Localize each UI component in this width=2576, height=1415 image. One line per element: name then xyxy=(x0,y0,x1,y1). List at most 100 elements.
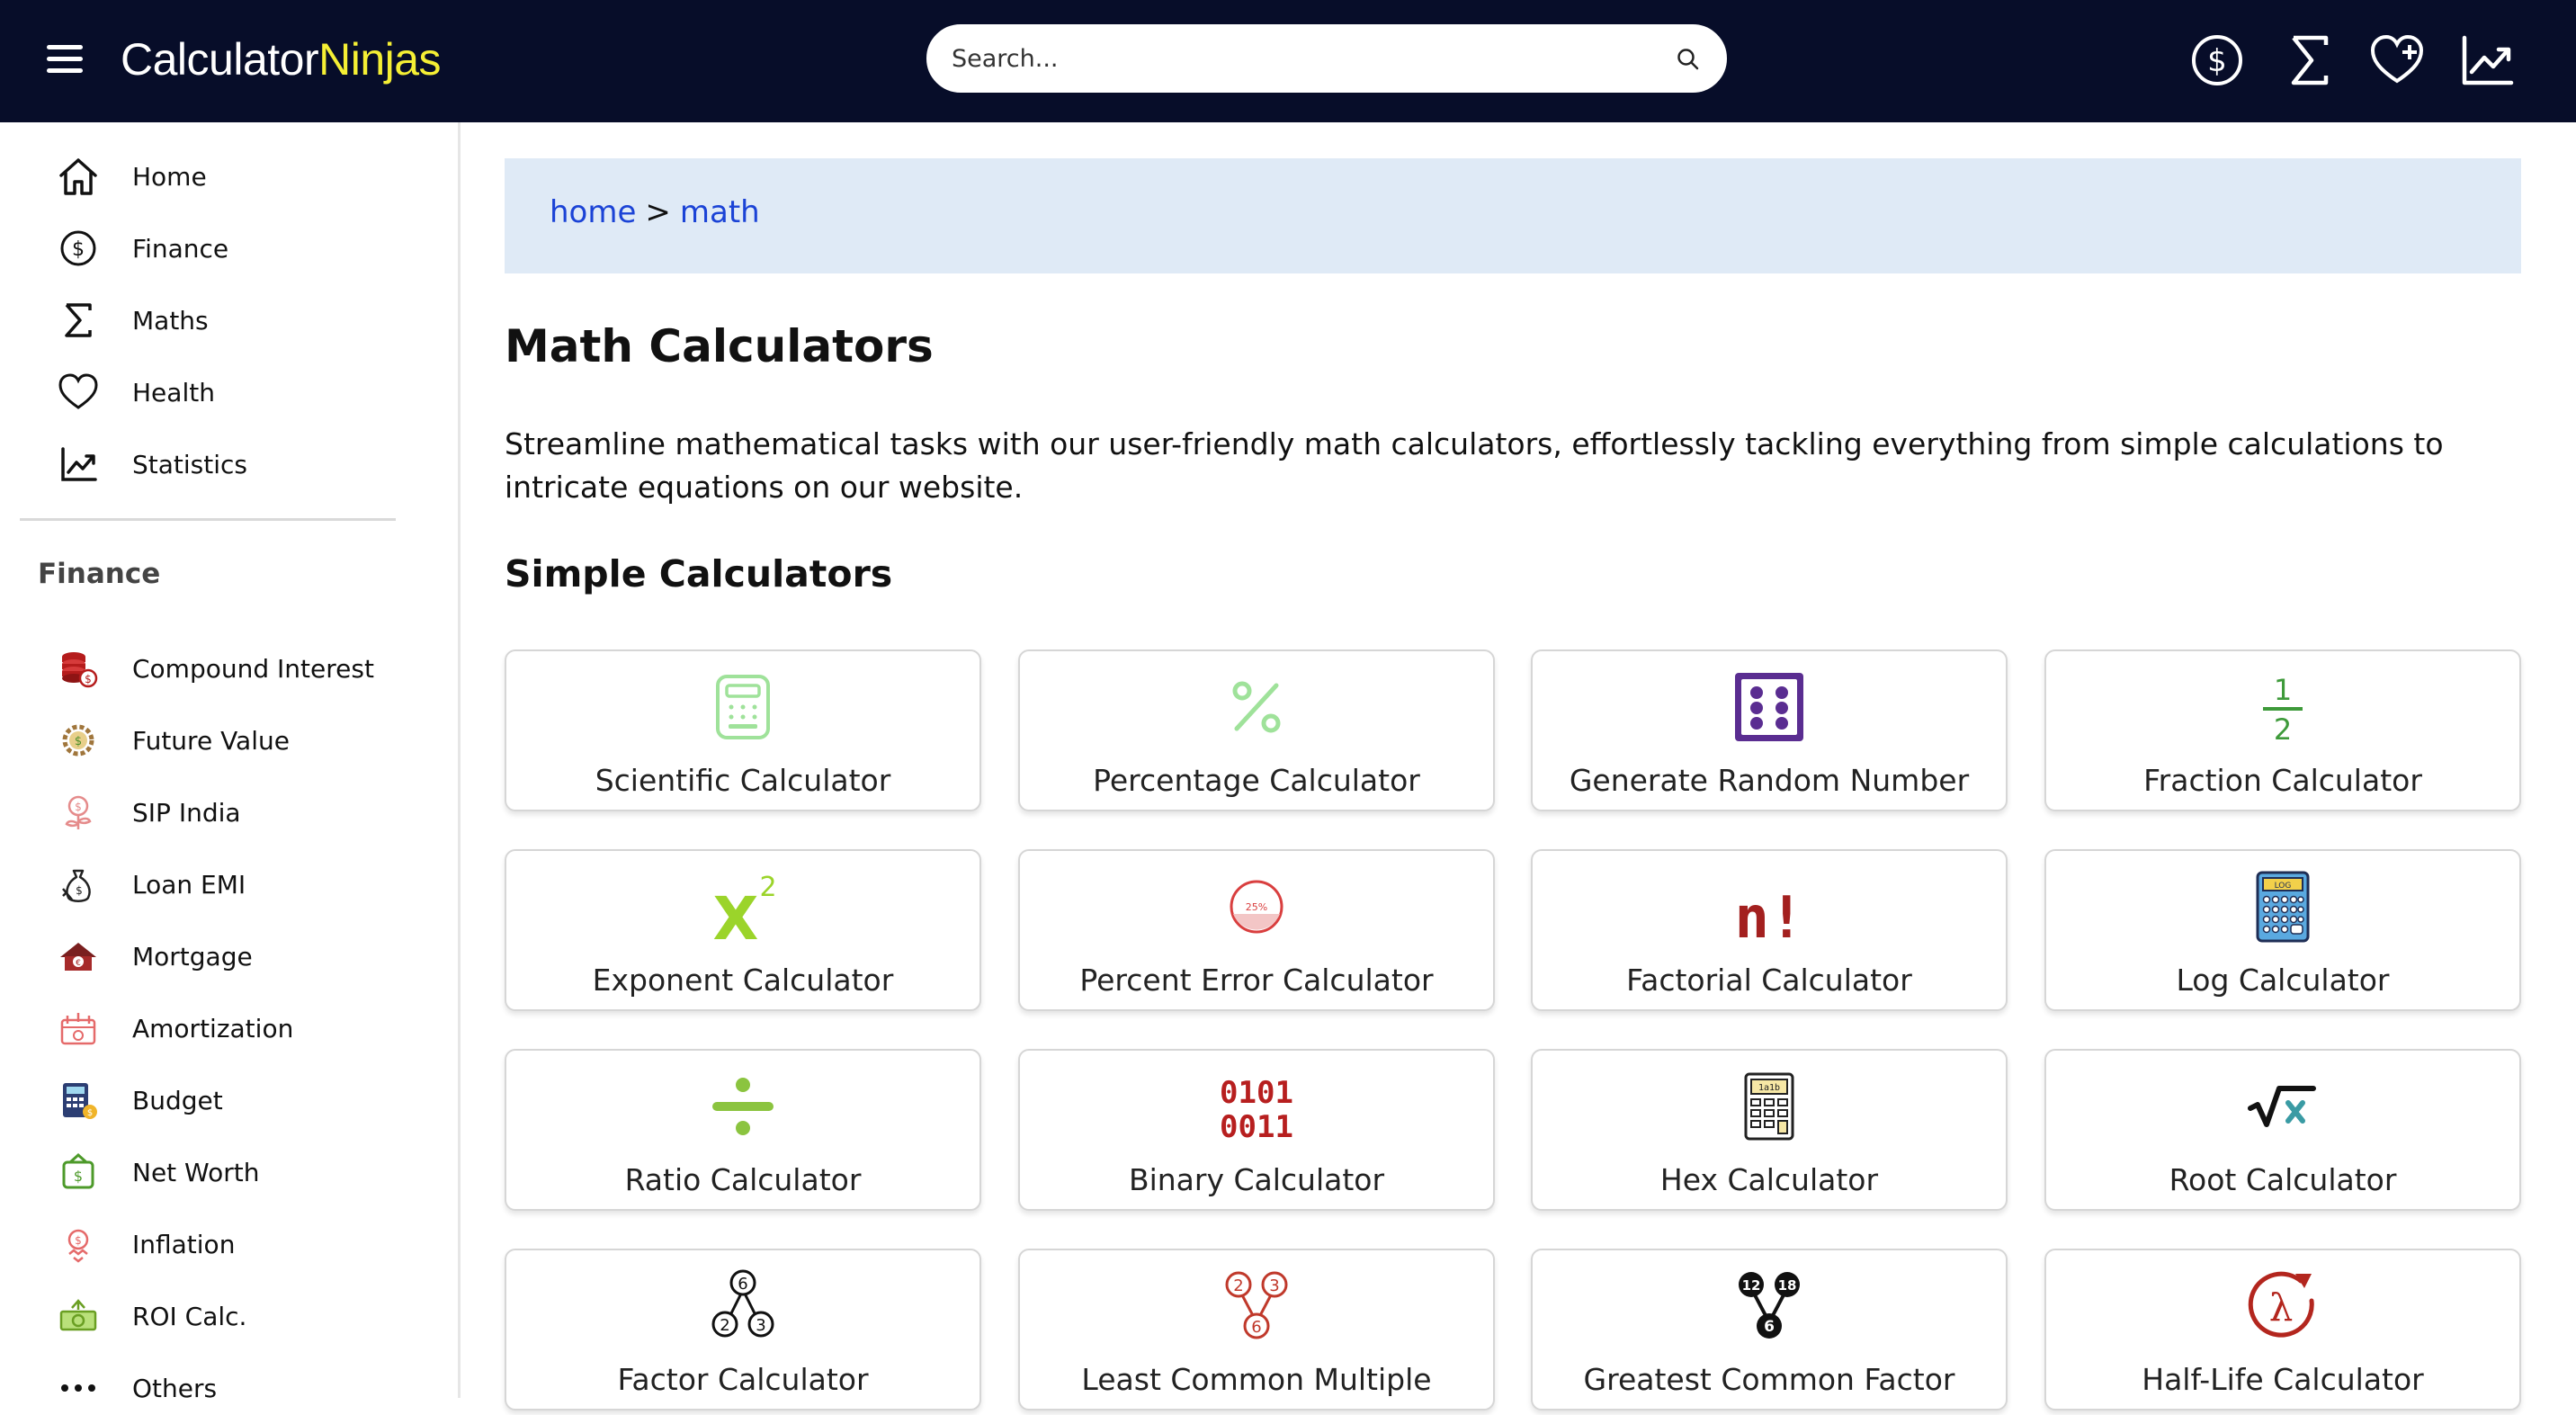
sidebar-item-label: Home xyxy=(132,161,207,192)
card-log-calculator[interactable]: LOG Log Calculator xyxy=(2044,849,2521,1011)
hex-display: 1a1b xyxy=(1758,1083,1780,1093)
svg-text:$: $ xyxy=(72,238,85,261)
gcf-tree-icon: 12 18 6 xyxy=(1739,1272,1800,1339)
lcm-tree-icon: 2 3 6 xyxy=(1225,1271,1288,1339)
binary-icon: 0101 0011 xyxy=(1220,1075,1293,1144)
fraction-icon: 1 2 xyxy=(2263,673,2303,745)
sidebar-item-maths[interactable]: Maths xyxy=(56,293,416,347)
health-heart-plus-icon[interactable] xyxy=(2369,32,2425,88)
svg-text:$: $ xyxy=(75,1234,82,1247)
card-label: Factor Calculator xyxy=(617,1362,869,1397)
card-scientific-calculator[interactable]: Scientific Calculator xyxy=(505,649,981,811)
card-label: Generate Random Number xyxy=(1569,763,1970,798)
sidebar-item-others[interactable]: Others xyxy=(56,1361,416,1415)
page-description: Streamline mathematical tasks with our u… xyxy=(505,426,2444,505)
sidebar-item-label: Future Value xyxy=(132,725,290,756)
card-greatest-common-factor[interactable]: 12 18 6 Greatest Common Factor xyxy=(1531,1249,2008,1411)
sidebar-item-label: Maths xyxy=(132,305,209,336)
sidebar-item-roi-calc[interactable]: ROI Calc. xyxy=(56,1289,416,1343)
exponent-power: 2 xyxy=(759,872,776,903)
binary-line-1: 0101 xyxy=(1220,1075,1293,1111)
sidebar-item-loan-emi[interactable]: $ Loan EMI xyxy=(56,857,416,911)
more-dots-icon xyxy=(61,1384,95,1392)
statistics-chart-icon[interactable] xyxy=(2459,32,2515,88)
card-factor-calculator[interactable]: 6 2 3 Factor Calculator xyxy=(505,1249,981,1411)
card-label: Exponent Calculator xyxy=(592,963,894,998)
half-life-icon: λ xyxy=(2248,1271,2314,1338)
sidebar-item-future-value[interactable]: $ Future Value xyxy=(56,713,416,767)
dollar-circle-icon: $ xyxy=(60,230,96,266)
lcm-right: 3 xyxy=(1269,1276,1279,1295)
sidebar-item-label: Finance xyxy=(132,233,229,264)
card-generate-random-number[interactable]: Generate Random Number xyxy=(1531,649,2008,811)
top-navbar: CalculatorNinjas $ xyxy=(0,0,2576,122)
card-ratio-calculator[interactable]: Ratio Calculator xyxy=(505,1049,981,1211)
factorial-icon: n! xyxy=(1734,885,1803,945)
sidebar-item-compound-interest[interactable]: $ Compound Interest xyxy=(56,641,416,695)
card-fraction-calculator[interactable]: 1 2 Fraction Calculator xyxy=(2044,649,2521,811)
search-icon[interactable] xyxy=(1675,46,1702,73)
sidebar-item-amortization[interactable]: Amortization xyxy=(56,1001,416,1055)
card-least-common-multiple[interactable]: 2 3 6 Least Common Multiple xyxy=(1018,1249,1495,1411)
sidebar-item-mortgage[interactable]: € Mortgage xyxy=(56,929,416,983)
svg-text:$: $ xyxy=(85,673,92,685)
home-icon xyxy=(59,158,97,195)
card-root-calculator[interactable]: Root Calculator xyxy=(2044,1049,2521,1211)
dice-icon xyxy=(1735,673,1803,741)
section-title: Simple Calculators xyxy=(505,552,893,596)
brand-name-part2: Ninjas xyxy=(318,34,442,85)
sidebar-item-net-worth[interactable]: $ Net Worth xyxy=(56,1145,416,1199)
card-label: Greatest Common Factor xyxy=(1583,1362,1955,1397)
svg-text:$: $ xyxy=(75,801,82,813)
sidebar-item-sip-india[interactable]: $ SIP India xyxy=(56,785,416,839)
heart-icon xyxy=(58,373,98,409)
sidebar-item-label: Amortization xyxy=(132,1013,294,1043)
card-exponent-calculator[interactable]: X 2 Exponent Calculator xyxy=(505,849,981,1011)
sigma-icon xyxy=(65,303,92,337)
sidebar-item-home[interactable]: Home xyxy=(56,149,416,203)
brand-logo[interactable]: CalculatorNinjas xyxy=(121,32,442,86)
card-factorial-calculator[interactable]: n! Factorial Calculator xyxy=(1531,849,2008,1011)
search-input[interactable] xyxy=(950,26,1633,91)
lcm-left: 2 xyxy=(1233,1276,1243,1295)
plant-coin-icon: $ xyxy=(65,795,92,829)
factor-tree-icon: 6 2 3 xyxy=(711,1269,774,1338)
card-label: Ratio Calculator xyxy=(624,1162,862,1197)
card-label: Fraction Calculator xyxy=(2143,763,2422,798)
card-percentage-calculator[interactable]: Percentage Calculator xyxy=(1018,649,1495,811)
sidebar-item-health[interactable]: Health xyxy=(56,365,416,419)
sidebar-item-label: SIP India xyxy=(132,797,241,828)
sidebar-item-statistics[interactable]: Statistics xyxy=(56,437,416,491)
card-binary-calculator[interactable]: 0101 0011 Binary Calculator xyxy=(1018,1049,1495,1211)
card-label: Least Common Multiple xyxy=(1081,1362,1432,1397)
card-percent-error-calculator[interactable]: 25% Percent Error Calculator xyxy=(1018,849,1495,1011)
fraction-numerator: 1 xyxy=(2274,673,2292,707)
log-display: LOG xyxy=(2275,882,2292,891)
svg-text:€: € xyxy=(76,959,81,968)
breadcrumb-math-link[interactable]: math xyxy=(680,194,760,230)
fraction-denominator: 2 xyxy=(2274,712,2292,745)
sidebar-item-inflation[interactable]: $ Inflation xyxy=(56,1217,416,1271)
sidebar-item-finance[interactable]: $ Finance xyxy=(56,221,416,275)
maths-sigma-icon[interactable] xyxy=(2281,32,2337,88)
coins-icon: $ xyxy=(62,652,98,688)
sidebar-item-label: ROI Calc. xyxy=(132,1301,247,1331)
exponent-base: X xyxy=(713,884,759,945)
calendar-money-icon xyxy=(60,1013,96,1045)
sidebar-item-budget[interactable]: $ Budget xyxy=(56,1073,416,1127)
card-label: Hex Calculator xyxy=(1659,1162,1879,1197)
exponent-icon: X 2 xyxy=(713,872,777,945)
percent-error-icon: 25% xyxy=(1230,880,1284,934)
square-root-icon xyxy=(2248,1086,2316,1127)
breadcrumb-home-link[interactable]: home xyxy=(550,194,636,230)
card-half-life-calculator[interactable]: λ Half-Life Calculator xyxy=(2044,1249,2521,1411)
sidebar-divider xyxy=(20,518,396,521)
svg-text:$: $ xyxy=(74,1168,83,1185)
svg-text:$: $ xyxy=(2207,43,2227,79)
finance-dollar-icon[interactable]: $ xyxy=(2189,32,2245,88)
card-hex-calculator[interactable]: 1a1b Hex Calculator xyxy=(1531,1049,2008,1211)
hamburger-menu-icon[interactable] xyxy=(47,43,83,76)
svg-text:$: $ xyxy=(75,735,82,748)
percent-icon xyxy=(1232,681,1281,733)
card-label: Binary Calculator xyxy=(1128,1162,1385,1197)
